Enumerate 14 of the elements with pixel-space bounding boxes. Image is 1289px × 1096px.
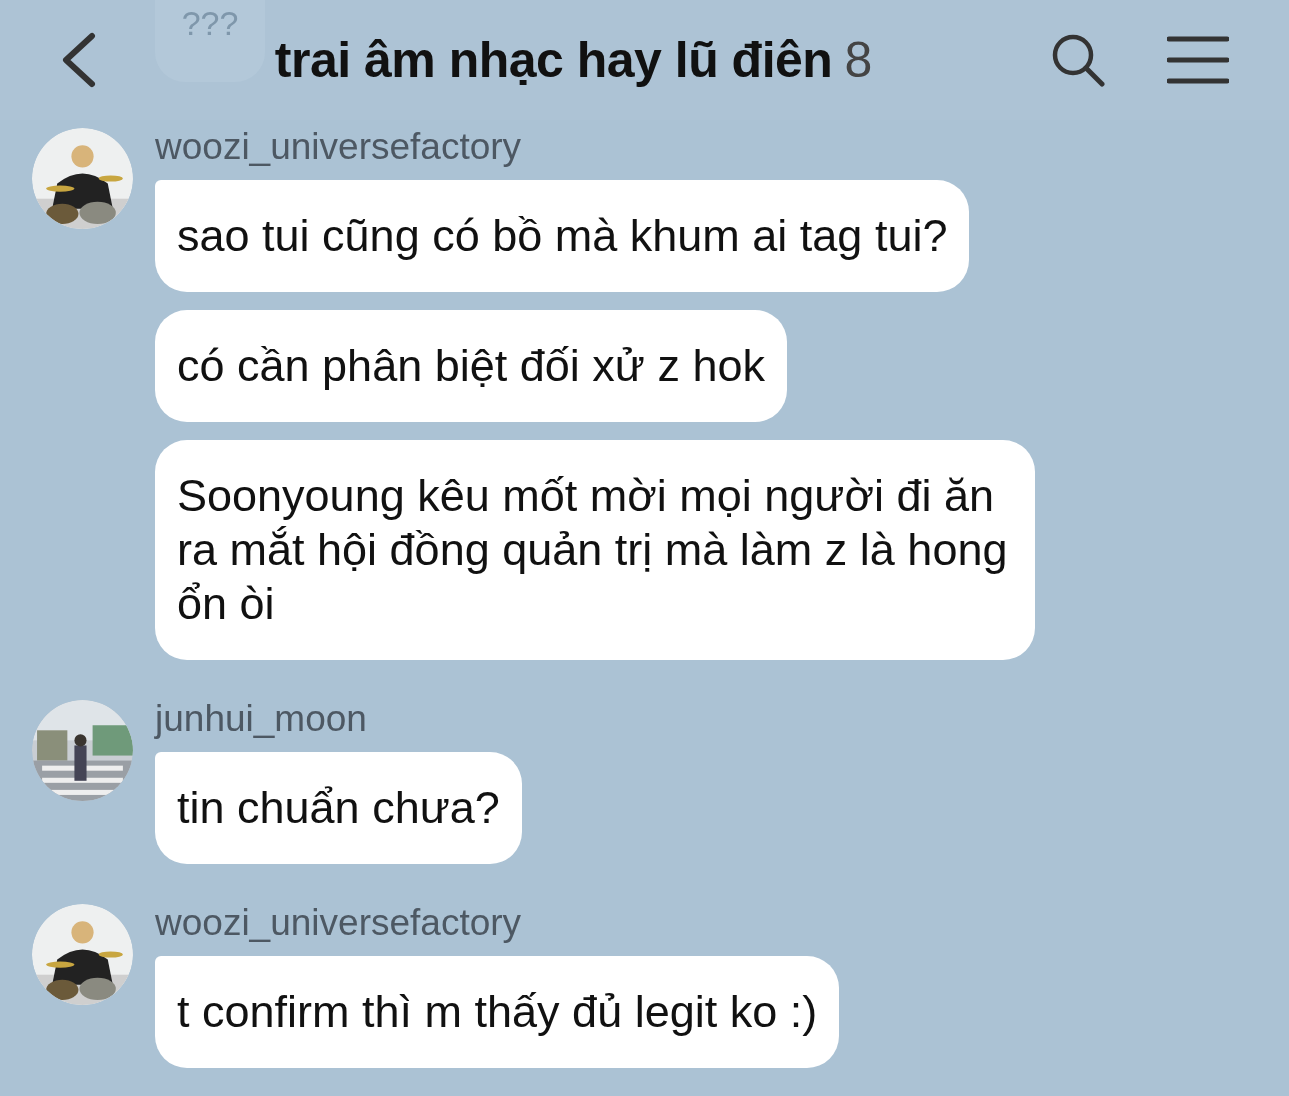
sender-name: junhui_moon <box>155 700 367 738</box>
message-bubble: có cần phân biệt đối xử z hok <box>155 310 787 422</box>
sender-name: woozi_universefactory <box>155 904 522 942</box>
message-bubble: Soonyoung kêu mốt mời mọi người đi ăn ra mắt hội đồng quản trị mà làm z là hong ổn òi <box>155 440 1035 660</box>
chat-title: trai âm nhạc hay lũ điên <box>274 31 833 89</box>
search-icon[interactable] <box>1051 33 1105 87</box>
message-bubble: tin chuẩn chưa? <box>155 752 522 864</box>
message-bubble: sao tui cũng có bồ mà khum ai tag tui? <box>155 180 970 292</box>
back-icon[interactable] <box>60 32 96 88</box>
menu-icon[interactable] <box>1167 35 1229 85</box>
member-count: 8 <box>844 31 873 89</box>
message-bubble: t confirm thì m thấy đủ legit ko :) <box>155 956 840 1068</box>
faded-message-text: ??? <box>181 6 239 40</box>
sender-name: woozi_universefactory <box>155 128 522 166</box>
